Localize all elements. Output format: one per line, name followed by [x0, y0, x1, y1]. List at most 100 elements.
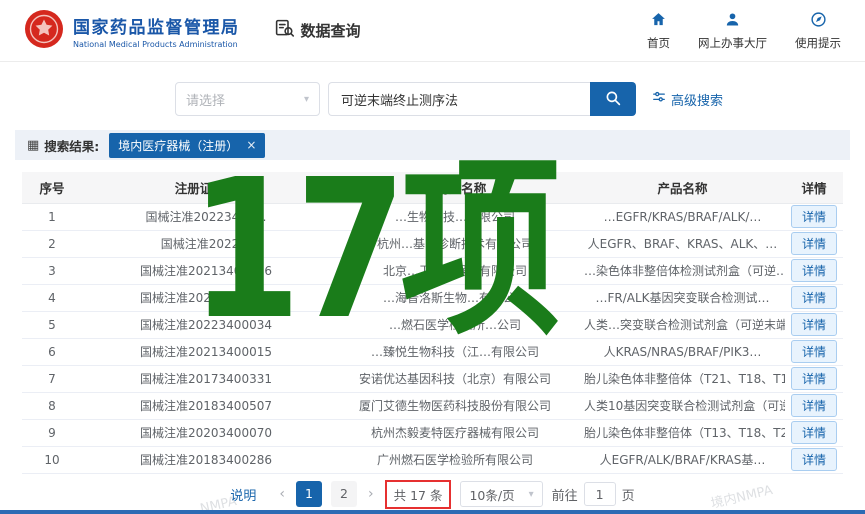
product-name: 人类…突变联合检测试剂盒（可逆末端终… — [580, 311, 785, 338]
col-header-cert: 注册证编号 — [82, 172, 330, 203]
agency-name-cn: 国家药品监督管理局 — [73, 13, 240, 38]
detail-button[interactable]: 详情 — [791, 448, 837, 471]
col-header-index: 序号 — [22, 172, 82, 203]
product-name: 胎儿染色体非整倍体（T13、T18、T2… — [580, 419, 785, 446]
page-button-1[interactable]: 1 — [296, 481, 322, 507]
detail-button[interactable]: 详情 — [791, 367, 837, 390]
table-row: 1 国械注准20223400… …生物科技…有限公司 …EGFR/KRAS/BR… — [22, 203, 843, 230]
nav-item-tips[interactable]: 使用提示 — [795, 11, 841, 51]
product-name: 人EGFR/ALK/BRAF/KRAS基… — [580, 446, 785, 473]
category-select-placeholder: 请选择 — [186, 90, 225, 109]
table-row: 9 国械注准20203400070 杭州杰毅麦特医疗器械有限公司 胎儿染色体非整… — [22, 419, 843, 446]
note-link[interactable]: 说明 — [230, 485, 256, 504]
registrant-name: …臻悦生物科技（江…有限公司 — [330, 338, 580, 365]
chevron-down-icon: ▾ — [529, 489, 534, 500]
product-name: 人EGFR、BRAF、KRAS、ALK、… — [580, 230, 785, 257]
nav-item-service-hall[interactable]: 网上办事大厅 — [698, 11, 767, 51]
agency-title: 国家药品监督管理局 National Medical Products Admi… — [73, 13, 240, 49]
next-page-icon[interactable]: › — [366, 486, 376, 502]
category-select[interactable]: 请选择 ▾ — [175, 82, 320, 116]
row-index: 2 — [22, 230, 82, 257]
agency-brand: 国家药品监督管理局 National Medical Products Admi… — [24, 9, 240, 53]
search-button[interactable] — [590, 82, 636, 116]
nav-item-home[interactable]: 首页 — [647, 11, 670, 51]
magnifier-icon — [604, 89, 622, 110]
table-row: 3 国械注准20213400086 北京…卫医疗器械有限公司 …染色体非整倍体检… — [22, 257, 843, 284]
product-name: …FR/ALK基因突变联合检测试… — [580, 284, 785, 311]
nmpa-emblem-icon — [24, 9, 64, 53]
detail-button[interactable]: 详情 — [791, 421, 837, 444]
person-icon — [724, 11, 741, 32]
product-name: 人类10基因突变联合检测试剂盒（可逆末… — [580, 392, 785, 419]
data-query-icon — [274, 18, 295, 43]
detail-button[interactable]: 详情 — [791, 232, 837, 255]
footer-top-strip — [0, 510, 865, 514]
registrant-name: 北京…卫医疗器械有限公司 — [330, 257, 580, 284]
col-header-registrant: 注册人名称 — [330, 172, 580, 203]
table-row: 4 国械注准20213400083 …海普洛斯生物…有限公司 …FR/ALK基因… — [22, 284, 843, 311]
registrant-name: …海普洛斯生物…有限公司 — [330, 284, 580, 311]
col-header-product: 产品名称 — [580, 172, 785, 203]
agency-name-en: National Medical Products Administration — [73, 40, 240, 49]
col-header-detail: 详情 — [785, 172, 843, 203]
table-body: 1 国械注准20223400… …生物科技…有限公司 …EGFR/KRAS/BR… — [22, 203, 843, 473]
cert-number: 国械注准20173400331 — [82, 365, 330, 392]
detail-button[interactable]: 详情 — [791, 259, 837, 282]
registrant-name: 杭州杰毅麦特医疗器械有限公司 — [330, 419, 580, 446]
top-bar: 国家药品监督管理局 National Medical Products Admi… — [0, 0, 865, 62]
detail-button[interactable]: 详情 — [791, 286, 837, 309]
detail-button[interactable]: 详情 — [791, 394, 837, 417]
cert-number: 国械注准20213400015 — [82, 338, 330, 365]
pagination: 说明 ‹ 1 2 › 共 17 条 10条/页 ▾ 前往 页 — [0, 480, 865, 509]
cert-number: 国械注准20223400… — [82, 203, 330, 230]
product-name: …EGFR/KRAS/BRAF/ALK/… — [580, 203, 785, 230]
page-button-2[interactable]: 2 — [331, 481, 357, 507]
results-label: 搜索结果: — [44, 136, 99, 155]
goto-page-input[interactable] — [584, 482, 616, 506]
detail-cell: 详情 — [785, 230, 843, 257]
table-row: 6 国械注准20213400015 …臻悦生物科技（江…有限公司 人KRAS/N… — [22, 338, 843, 365]
table-row: 7 国械注准20173400331 安诺优达基因科技（北京）有限公司 胎儿染色体… — [22, 365, 843, 392]
registrant-name: 杭州…基因诊断技术有限公司 — [330, 230, 580, 257]
table-row: 5 国械注准20223400034 …燃石医学检验所…公司 人类…突变联合检测试… — [22, 311, 843, 338]
table-header-row: 序号 注册证编号 注册人名称 产品名称 详情 — [22, 172, 843, 203]
results-table: 序号 注册证编号 注册人名称 产品名称 详情 1 国械注准20223400… …… — [22, 172, 843, 474]
row-index: 4 — [22, 284, 82, 311]
row-index: 6 — [22, 338, 82, 365]
total-count: 共 17 条 — [385, 480, 452, 509]
detail-button[interactable]: 详情 — [791, 205, 837, 228]
registrant-name: …生物科技…有限公司 — [330, 203, 580, 230]
nav-label-home: 首页 — [647, 35, 670, 51]
table-row: 8 国械注准20183400507 厦门艾德生物医药科技股份有限公司 人类10基… — [22, 392, 843, 419]
goto-label: 前往 — [552, 485, 578, 504]
registrant-name: 厦门艾德生物医药科技股份有限公司 — [330, 392, 580, 419]
filter-tag[interactable]: 境内医疗器械（注册） × — [109, 133, 265, 158]
detail-button[interactable]: 详情 — [791, 340, 837, 363]
detail-cell: 详情 — [785, 446, 843, 473]
goto-unit: 页 — [622, 485, 635, 504]
prev-page-icon[interactable]: ‹ — [277, 486, 287, 502]
registrant-name: 安诺优达基因科技（北京）有限公司 — [330, 365, 580, 392]
home-icon — [650, 11, 667, 32]
detail-cell: 详情 — [785, 365, 843, 392]
advanced-search-link[interactable]: 高级搜索 — [652, 90, 723, 109]
results-bar: ▦ 搜索结果: 境内医疗器械（注册） × — [15, 130, 850, 160]
search-bar: 请选择 ▾ 高级搜索 — [175, 82, 865, 116]
detail-cell: 详情 — [785, 392, 843, 419]
tag-close-icon[interactable]: × — [246, 138, 256, 152]
cert-number: 国械注准20183400507 — [82, 392, 330, 419]
table-row: 2 国械注准2022… 杭州…基因诊断技术有限公司 人EGFR、BRAF、KRA… — [22, 230, 843, 257]
goto-page: 前往 页 — [552, 482, 635, 506]
page-size-select[interactable]: 10条/页 ▾ — [460, 481, 542, 507]
row-index: 10 — [22, 446, 82, 473]
module-label: 数据查询 — [301, 20, 361, 41]
search-input[interactable] — [328, 82, 590, 116]
row-index: 9 — [22, 419, 82, 446]
page: 国家药品监督管理局 National Medical Products Admi… — [0, 0, 865, 514]
advanced-search-label: 高级搜索 — [671, 90, 723, 109]
tips-compass-icon — [810, 11, 827, 32]
nav-label-tips: 使用提示 — [795, 35, 841, 51]
registrant-name: 广州燃石医学检验所有限公司 — [330, 446, 580, 473]
detail-button[interactable]: 详情 — [791, 313, 837, 336]
row-index: 8 — [22, 392, 82, 419]
